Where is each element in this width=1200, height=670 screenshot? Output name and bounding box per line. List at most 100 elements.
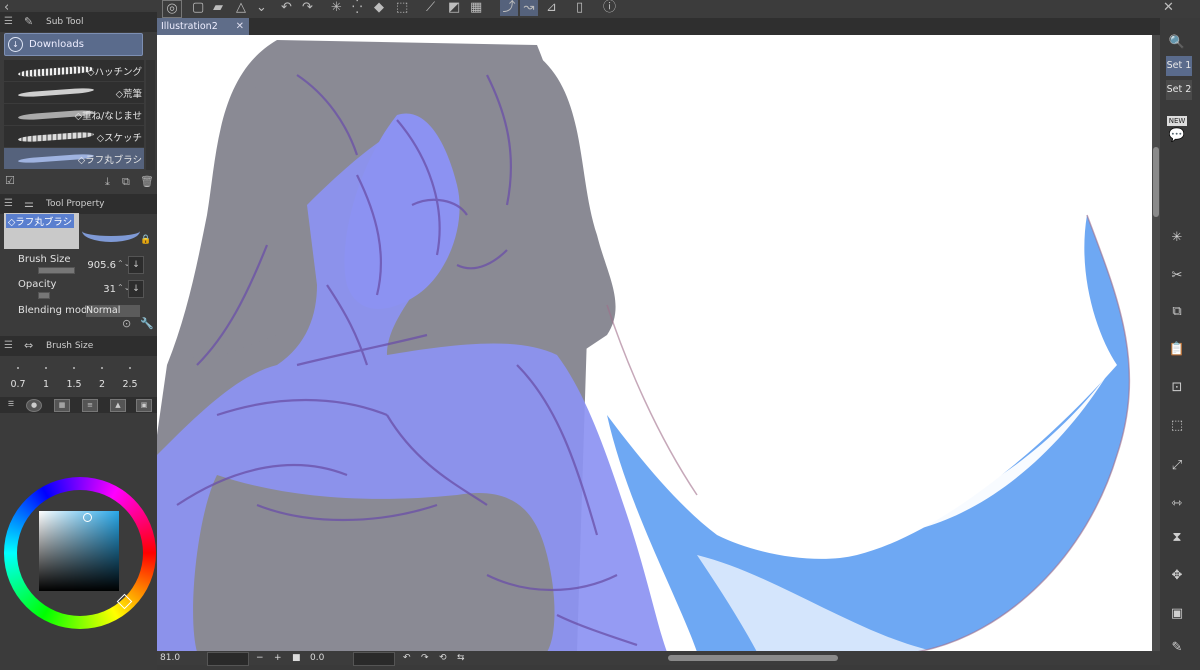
opacity-pressure-button[interactable]: ↓ [128,280,144,298]
lock-icon[interactable]: 🔒 [140,235,151,245]
rotate-left-icon[interactable]: ↶ [403,651,411,665]
reset-rotation-icon[interactable]: ⟲ [439,651,447,665]
transform-icon[interactable]: ⬚ [396,0,408,16]
window-close-icon[interactable]: ✕ [1163,0,1174,16]
saturation-value-square[interactable] [39,511,119,591]
brush-size-option[interactable]: 0.7 [8,379,28,390]
brush-item[interactable]: ◇重ね/なじませ [4,104,144,126]
stabilizer-icon[interactable]: ⤴ [500,0,518,16]
open-file-icon[interactable]: ▰ [213,0,223,16]
rotate-right-icon[interactable]: ↷ [421,651,429,665]
subtool-group-downloads[interactable]: ↓ Downloads [4,33,143,56]
zoom-in-button[interactable]: + [274,651,282,665]
reset-icon[interactable]: ⊙ [122,317,131,330]
brush-size-slider[interactable] [38,267,75,274]
menu-icon[interactable]: ☰ [4,194,13,214]
canvas-vertical-scrollbar[interactable] [1152,35,1160,652]
brush-list-scrollbar[interactable] [146,60,155,170]
snap-ruler-icon[interactable]: ◩ [448,0,460,16]
sv-picker-knob[interactable] [83,513,92,522]
opacity-slider[interactable] [38,292,50,299]
scroll-thumb[interactable] [1153,147,1159,217]
close-tab-icon[interactable]: ✕ [236,18,244,35]
chat-icon[interactable]: 💬 [1167,128,1187,146]
snap-icon[interactable]: ⟋ [426,0,435,16]
fit-icon[interactable]: ■ [292,651,301,665]
color-set-tab-icon[interactable]: ▦ [54,399,70,412]
ruler-icon[interactable]: ⊿ [546,0,557,16]
color-history-tab-icon[interactable]: ▣ [136,399,152,412]
brush-size-option[interactable]: 1.5 [64,379,84,390]
menu-icon[interactable]: ☰ [4,399,18,410]
scale-icon[interactable]: ⤢ [1167,458,1187,476]
size-dot [17,367,19,369]
approximate-color-tab-icon[interactable]: ▲ [110,399,126,412]
color-tabs: ☰ ● ▦ ≡ ▲ ▣ [0,397,157,413]
move-icon[interactable]: ✥ [1167,568,1187,586]
flip-icon[interactable]: ⇆ [457,651,465,665]
brush-item[interactable]: ◇荒筆 [4,82,144,104]
fill-icon[interactable]: ◆ [374,0,384,16]
wrench-icon[interactable]: 🔧 [140,317,154,330]
brush-item-selected[interactable]: ◇ラフ丸ブラシ [4,148,144,170]
subtool-header: ☰ ✎ Sub Tool [0,12,157,32]
set2-button[interactable]: Set 2 [1166,80,1192,100]
duplicate-subtool-icon[interactable]: ⧉ [122,175,130,189]
brush-item[interactable]: ◇ハッチング [4,60,144,82]
brush-size-option[interactable]: 2.5 [120,379,140,390]
curve-icon[interactable]: ↝ [520,0,538,16]
undo-icon[interactable]: ↶ [281,0,292,16]
zoom-slider[interactable] [207,652,249,666]
flip-vertical-icon[interactable]: ⧗ [1167,530,1187,548]
new-canvas-icon[interactable]: ▢ [192,0,204,16]
brush-size-pressure-button[interactable]: ↓ [128,256,144,274]
top-toolbar: ‹ ◎ ▢ ▰ △ ⌄ ↶ ↷ ✳ ⁛ ◆ ⬚ ⟋ ◩ ▦ ⤴ ↝ ⊿ ▯ ⓘ … [0,0,1200,18]
brush-size-option[interactable]: 1 [36,379,56,390]
flip-horizontal-icon[interactable]: ⇿ [1167,496,1187,514]
rotation-value[interactable]: 0.0 [310,651,324,665]
dropdown-arrow-icon[interactable]: ⌄ [256,0,267,16]
lasso-icon[interactable]: ✎ [1167,640,1187,658]
menu-icon[interactable]: ☰ [4,12,13,32]
copy-icon[interactable]: ⧉ [1167,304,1187,322]
snap-grid-icon[interactable]: ▦ [470,0,482,16]
loading-icon[interactable]: ✳ [331,0,342,16]
brush-size-value[interactable]: 905.6 [76,260,116,271]
zoom-value[interactable]: 81.0 [160,651,180,665]
transform-icon[interactable]: ⬚ [1167,418,1187,436]
redo-icon[interactable]: ↷ [302,0,313,16]
zoom-out-button[interactable]: − [256,651,264,665]
app-logo-icon[interactable]: ◎ [162,0,182,18]
brush-preview-thumb: ◇ラフ丸ブラシ [4,213,79,249]
tool-property-title: Tool Property [46,199,105,209]
fill-layer-icon[interactable]: ▣ [1167,606,1187,624]
size-dot [45,367,47,369]
delete-subtool-icon[interactable]: 🗑 [140,175,154,188]
help-icon[interactable]: ⓘ [603,0,616,16]
blending-mode-select[interactable]: Normal [86,305,140,317]
deselect-icon[interactable]: ⁛ [352,0,362,16]
copy-subtool-icon[interactable]: ⤓ [105,175,110,189]
drawing-canvas[interactable] [157,35,1160,652]
intermediate-color-tab-icon[interactable]: ≡ [82,399,98,412]
size-dot [73,367,75,369]
save-icon[interactable]: △ [236,0,246,16]
magnifier-icon[interactable]: 🔍 [1167,35,1187,53]
subtool-settings-icon[interactable]: ☑ [5,174,15,187]
brush-item[interactable]: ◇スケッチ [4,126,144,148]
cut-icon[interactable]: ✂ [1167,268,1187,286]
paste-icon[interactable]: 📋 [1167,342,1187,360]
new-badge-icon[interactable]: NEW [1167,116,1187,126]
canvas-horizontal-scroll-thumb[interactable] [668,655,838,661]
wing-shape [607,215,1130,652]
set1-button[interactable]: Set 1 [1166,56,1192,76]
rotation-slider[interactable] [353,652,395,666]
brush-size-option[interactable]: 2 [92,379,112,390]
color-wheel-tab-icon[interactable]: ● [26,399,42,412]
crop-icon[interactable]: ⊡ [1167,380,1187,398]
brush-stroke-preview [17,65,95,78]
document-tab[interactable]: Illustration2 ✕ [157,18,249,35]
opacity-value[interactable]: 31 [76,284,116,295]
smartphone-icon[interactable]: ▯ [576,0,583,16]
menu-icon[interactable]: ☰ [4,336,13,356]
